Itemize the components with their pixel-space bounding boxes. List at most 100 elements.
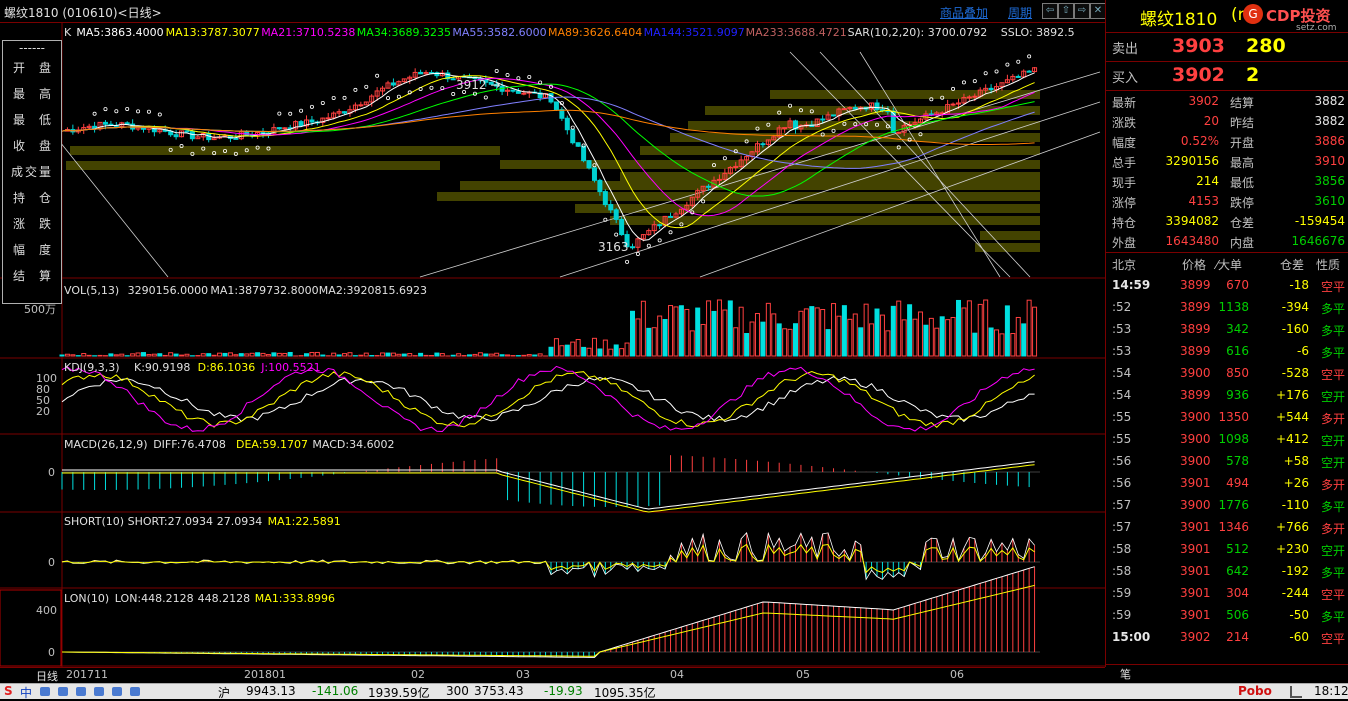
candle-body xyxy=(592,168,596,181)
candle-body xyxy=(234,138,238,139)
date-label: 03 xyxy=(516,668,530,681)
ime-mic-icon[interactable] xyxy=(76,687,86,696)
volume-bar xyxy=(473,354,477,356)
tick-oi: -528 xyxy=(1282,366,1309,380)
tick-oi: -160 xyxy=(1282,322,1309,336)
sar-dot xyxy=(115,110,118,113)
ime-skin-icon[interactable] xyxy=(112,687,122,696)
sar-dot xyxy=(723,157,726,160)
ime-punct-icon[interactable] xyxy=(40,687,50,696)
price-field-menu[interactable]: ------ 开盘 最高 最低 收盘 成交量 持仓 涨跌 幅度 结算 xyxy=(2,40,62,304)
volume-bar xyxy=(848,319,852,356)
volume-bar xyxy=(1027,300,1031,356)
volume-bar xyxy=(750,322,754,356)
main-legend-item: MA233:3688.4721 xyxy=(746,26,847,39)
volume-bar xyxy=(397,354,401,356)
sar-dot xyxy=(354,88,357,91)
main-legend-item: MA13:3787.3077 xyxy=(166,26,260,39)
tick-oi: +58 xyxy=(1284,454,1309,468)
volume-bar xyxy=(201,354,205,356)
sell-volume: 280 xyxy=(1246,35,1286,57)
volume-bar xyxy=(870,324,874,356)
volume-bar xyxy=(924,325,928,356)
candle-body xyxy=(614,210,618,220)
tick-time: :53 xyxy=(1112,344,1131,358)
candle-body xyxy=(419,72,423,73)
ime-logo-icon[interactable]: S xyxy=(4,684,13,698)
short-label: SHORT(10) xyxy=(64,515,124,528)
volume-bar xyxy=(804,309,808,356)
volume-bar xyxy=(582,347,586,356)
volume-bar xyxy=(169,353,173,356)
next-arrow-icon[interactable]: ⇨ xyxy=(1074,3,1090,19)
volume-bar xyxy=(951,317,955,356)
candle-body xyxy=(669,216,673,217)
tick-price: 3900 xyxy=(1180,432,1211,446)
ime-tools-icon[interactable] xyxy=(130,687,140,696)
volume-bar xyxy=(842,306,846,356)
menu-item-close[interactable]: 收盘 xyxy=(3,133,61,159)
sar-dot xyxy=(452,92,455,95)
tick-row: :533899616-6多平 xyxy=(1106,342,1348,362)
volume-bar xyxy=(625,343,629,356)
volume-bar xyxy=(957,300,961,356)
tick-time: :55 xyxy=(1112,410,1131,424)
volume-bar xyxy=(859,328,863,356)
volume-bar xyxy=(522,355,526,356)
menu-item-low[interactable]: 最低 xyxy=(3,107,61,133)
sar-dot xyxy=(93,112,96,115)
stat-row: 最新3902结算3882 xyxy=(1106,92,1348,112)
menu-item-volume[interactable]: 成交量 xyxy=(3,159,61,185)
ime-lang[interactable]: 中 xyxy=(20,684,32,701)
vol-legend-item: MA1:3879732.8000 xyxy=(210,284,318,297)
period-link[interactable]: 周期 xyxy=(1008,4,1032,21)
symbol-title: 螺纹1810 (010610)<日线> xyxy=(4,4,162,21)
candle-body xyxy=(522,93,526,94)
prev-arrow-icon[interactable]: ⇦ xyxy=(1042,3,1058,19)
menu-item-open[interactable]: 开盘 xyxy=(3,55,61,81)
tick-nature: 多平 xyxy=(1321,322,1345,339)
tick-price: 3901 xyxy=(1180,542,1211,556)
tick-tab[interactable]: 笔 xyxy=(1120,666,1131,682)
index2-amount: 1095.35亿 xyxy=(594,684,656,701)
tick-nature: 多平 xyxy=(1321,564,1345,581)
stat-value: 3610 xyxy=(1314,194,1345,208)
tick-price: 3899 xyxy=(1180,278,1211,292)
volume-bar xyxy=(250,353,254,356)
tick-volume: 1346 xyxy=(1218,520,1249,534)
candle-body xyxy=(582,146,586,160)
volume-bar xyxy=(609,349,613,356)
date-label: 201801 xyxy=(244,668,286,681)
lon-legend-item: LON:448.2128 xyxy=(115,592,194,605)
stat-label: 总手 xyxy=(1112,154,1136,171)
up-arrow-icon[interactable]: ⇧ xyxy=(1058,3,1074,19)
stat-label: 结算 xyxy=(1230,94,1254,111)
menu-item-change[interactable]: 涨跌 xyxy=(3,211,61,237)
sar-dot xyxy=(158,113,161,116)
menu-item-high[interactable]: 最高 xyxy=(3,81,61,107)
volume-bar xyxy=(272,353,276,356)
volume-bar xyxy=(283,353,287,356)
menu-item-pct[interactable]: 幅度 xyxy=(3,237,61,263)
menu-item-oi[interactable]: 持仓 xyxy=(3,185,61,211)
period-label[interactable]: 日线 xyxy=(36,668,58,684)
sar-dot xyxy=(495,69,498,72)
volume-bar xyxy=(669,306,673,356)
ime-keyboard-icon[interactable] xyxy=(94,687,104,696)
stat-row: 现手214最低3856 xyxy=(1106,172,1348,192)
candle-body xyxy=(1016,76,1020,77)
close-icon[interactable]: ✕ xyxy=(1090,3,1106,19)
kline-chart[interactable]: KMA5:3863.4000MA13:3787.3077MA21:3710.52… xyxy=(0,22,1105,667)
stat-value: 1643480 xyxy=(1166,234,1219,248)
volume-bar xyxy=(832,304,836,356)
tick-time: :55 xyxy=(1112,432,1131,446)
ime-emoji-icon[interactable] xyxy=(58,687,68,696)
menu-item-settle[interactable]: 结算 xyxy=(3,263,61,289)
volume-bar xyxy=(696,308,700,356)
tick-price: 3901 xyxy=(1180,476,1211,490)
tick-row: :533899342-160多平 xyxy=(1106,320,1348,340)
overlay-link[interactable]: 商品叠加 xyxy=(940,4,988,21)
volume-bar xyxy=(679,306,683,356)
volume-bar xyxy=(978,304,982,356)
volume-bar xyxy=(565,345,569,356)
